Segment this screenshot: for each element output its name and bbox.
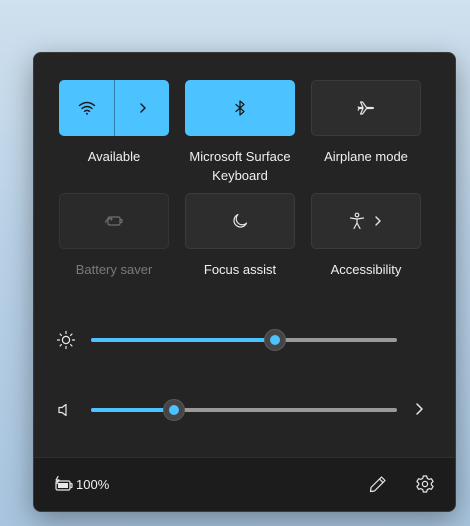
airplane-mode-label: Airplane mode — [324, 149, 408, 164]
battery-saver-tile[interactable] — [59, 193, 169, 249]
speaker-icon[interactable] — [56, 400, 76, 420]
battery-charging-icon — [53, 475, 73, 495]
volume-track-fill — [91, 408, 174, 412]
quick-settings-panel: Available Microsoft Surface Keyboard Air… — [33, 52, 456, 512]
battery-saver-icon — [104, 214, 124, 228]
edit-quick-settings-button[interactable] — [367, 473, 389, 495]
chevron-right-icon — [373, 215, 383, 227]
wifi-icon — [78, 100, 96, 116]
battery-saver-label: Battery saver — [75, 262, 153, 277]
pencil-icon — [368, 474, 388, 494]
brightness-slider-row — [34, 324, 455, 354]
volume-expand-chevron-icon[interactable] — [413, 402, 425, 416]
focus-assist-tile[interactable] — [185, 193, 295, 249]
accessibility-label: Accessibility — [330, 262, 402, 277]
brightness-slider-thumb[interactable] — [263, 329, 286, 351]
chevron-right-icon — [138, 102, 148, 114]
volume-slider-row — [34, 394, 455, 424]
accessibility-icon — [349, 212, 365, 230]
wifi-expand-button[interactable] — [115, 80, 170, 136]
bluetooth-icon — [234, 100, 246, 116]
airplane-mode-tile[interactable] — [311, 80, 421, 136]
quick-settings-footer: 100% — [34, 457, 455, 511]
accessibility-tile[interactable] — [311, 193, 421, 249]
sun-icon — [56, 330, 76, 350]
bluetooth-label: Microsoft Surface Keyboard — [189, 149, 291, 183]
volume-slider-thumb[interactable] — [162, 399, 185, 421]
brightness-track-fill — [91, 338, 275, 342]
wifi-toggle-button[interactable] — [59, 80, 114, 136]
moon-icon — [232, 213, 248, 229]
focus-assist-label: Focus assist — [203, 262, 277, 277]
wifi-label: Available — [87, 149, 141, 164]
airplane-icon — [357, 100, 375, 116]
settings-button[interactable] — [414, 473, 436, 495]
gear-icon — [415, 474, 435, 494]
battery-percent[interactable]: 100% — [76, 477, 109, 492]
bluetooth-tile[interactable] — [185, 80, 295, 136]
wifi-tile — [59, 80, 169, 136]
